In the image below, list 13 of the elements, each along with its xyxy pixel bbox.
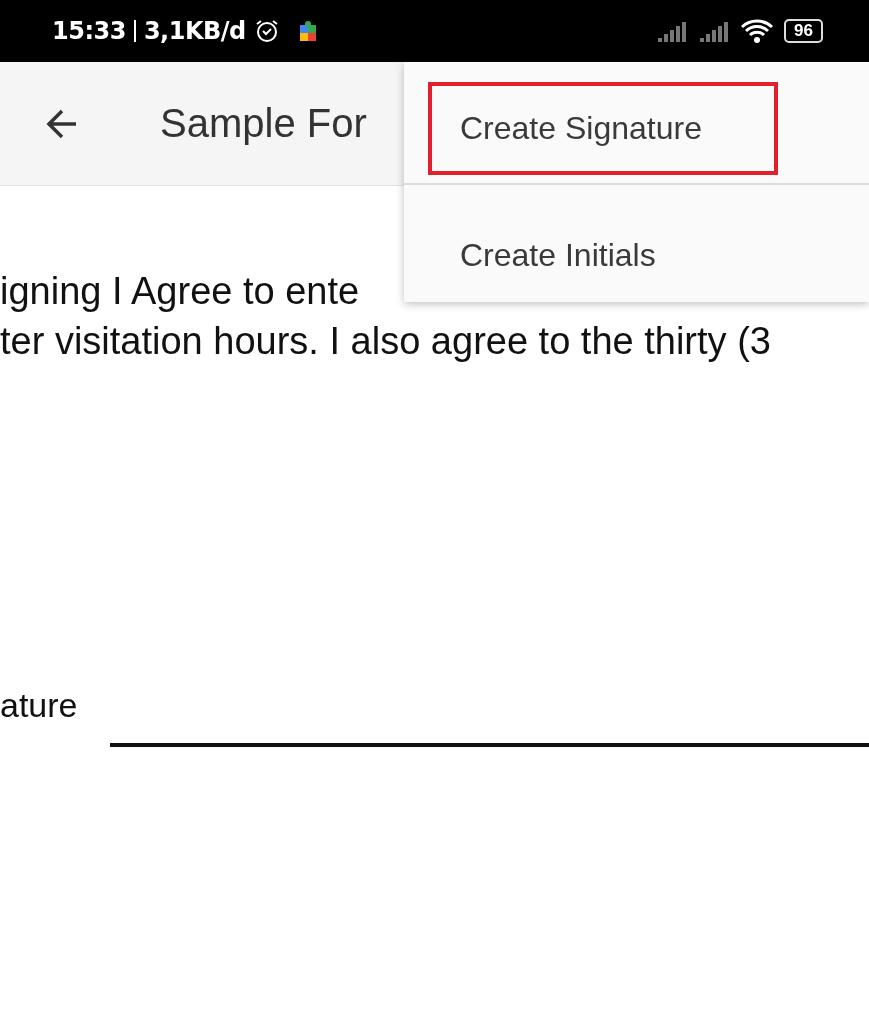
document-text: ter visitation hours. I also agree to the thirty (3 <box>0 319 772 364</box>
wifi-icon <box>740 18 775 44</box>
signal-icon <box>656 20 689 42</box>
document-text: igning I Agree to ente <box>0 269 361 314</box>
signal-icon <box>698 20 731 42</box>
screen-title: Sample For <box>160 101 367 146</box>
battery-indicator: 96 <box>784 19 823 43</box>
network-speed: 3,1KB/d <box>143 17 246 45</box>
status-time: 15:33 <box>52 17 126 45</box>
signature-label: ature <box>0 686 78 725</box>
puzzle-icon <box>297 20 318 42</box>
menu-item[interactable]: Create Initials <box>428 209 732 302</box>
menu-item[interactable]: Create Signature <box>428 82 778 175</box>
